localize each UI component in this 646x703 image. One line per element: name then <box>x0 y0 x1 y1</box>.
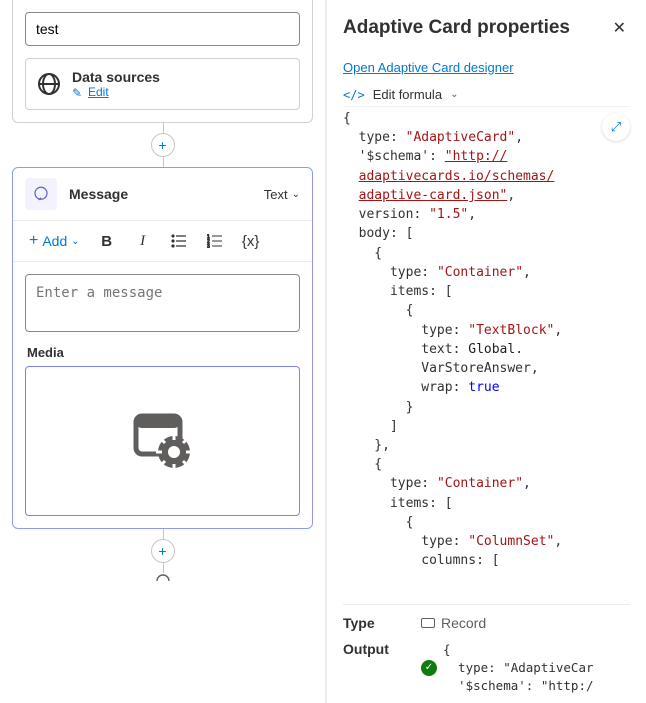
close-button[interactable]: ✕ <box>609 14 630 42</box>
message-card: Message Text ⌄ + Add ⌄ B I 123 {x} M <box>12 167 313 529</box>
plus-icon: + <box>29 232 38 250</box>
message-icon <box>25 178 57 210</box>
bold-button[interactable]: B <box>92 227 122 255</box>
output-code: { type: "AdaptiveCar '$schema': "http:/ <box>443 641 594 695</box>
type-value-text: Record <box>441 615 486 631</box>
formula-bar[interactable]: </> Edit formula ⌄ <box>343 87 630 102</box>
end-node-icon <box>155 573 171 583</box>
globe-icon <box>38 73 60 95</box>
data-sources-row: Data sources Edit <box>25 58 300 110</box>
code-icon: </> <box>343 88 365 102</box>
chevron-down-icon: ⌄ <box>292 189 300 200</box>
step-input[interactable] <box>25 12 300 46</box>
media-settings-icon <box>128 410 198 472</box>
svg-text:3: 3 <box>207 244 210 248</box>
chevron-down-icon: ⌄ <box>71 236 79 247</box>
italic-button[interactable]: I <box>128 227 158 255</box>
formula-code[interactable]: { type: "AdaptiveCard", '$schema': "http… <box>343 107 630 604</box>
chevron-down-icon: ⌄ <box>450 89 458 100</box>
message-type-dropdown[interactable]: Text ⌄ <box>264 187 300 202</box>
message-input[interactable] <box>25 274 300 332</box>
data-sources-title: Data sources <box>72 69 160 85</box>
media-label: Media <box>27 345 300 360</box>
record-icon <box>421 618 435 628</box>
check-icon: ✓ <box>421 660 437 676</box>
add-step-button-bottom[interactable]: + <box>151 539 175 563</box>
message-title: Message <box>69 186 252 202</box>
output-label: Output <box>343 641 401 657</box>
data-sources-edit[interactable]: Edit <box>72 85 160 99</box>
expand-button[interactable]: ⤢ <box>602 113 630 141</box>
bullet-list-button[interactable] <box>164 227 194 255</box>
add-step-button[interactable]: + <box>151 133 175 157</box>
pencil-icon <box>72 86 84 98</box>
message-toolbar: + Add ⌄ B I 123 {x} <box>13 220 312 262</box>
data-sources-edit-link[interactable]: Edit <box>88 85 109 99</box>
toolbar-add-button[interactable]: + Add ⌄ <box>23 228 86 254</box>
media-dropzone[interactable] <box>25 366 300 516</box>
type-value: Record <box>421 615 486 631</box>
message-type-label: Text <box>264 187 288 202</box>
connector-bottom: + <box>12 529 313 573</box>
open-designer-link[interactable]: Open Adaptive Card designer <box>343 60 630 75</box>
toolbar-add-label: Add <box>42 233 67 249</box>
formula-label: Edit formula <box>373 87 442 102</box>
output-value: ✓ { type: "AdaptiveCar '$schema': "http:… <box>421 641 594 695</box>
connector: + <box>12 123 313 167</box>
numbered-list-button[interactable]: 123 <box>200 227 230 255</box>
panel-title: Adaptive Card properties <box>343 17 570 39</box>
type-label: Type <box>343 615 401 631</box>
formula-button[interactable]: {x} <box>236 227 266 255</box>
